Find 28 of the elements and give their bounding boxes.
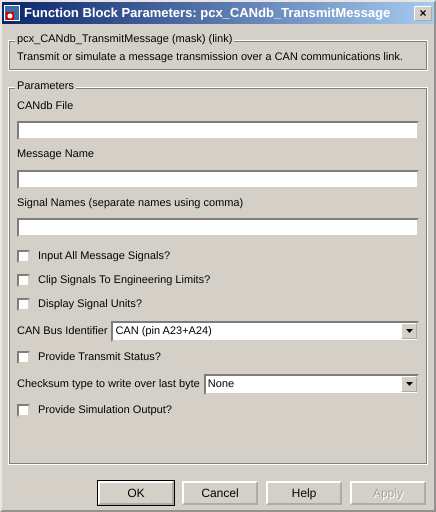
text-field[interactable] bbox=[17, 218, 419, 237]
dialog-button[interactable]: Help bbox=[266, 481, 342, 506]
description-text: Transmit or simulate a message transmission over a CAN communications link. bbox=[17, 51, 404, 64]
dialog-button[interactable]: OK bbox=[98, 481, 174, 506]
close-button[interactable]: × bbox=[414, 6, 432, 20]
dialog-button[interactable]: Cancel bbox=[182, 481, 258, 506]
dropdown[interactable]: None bbox=[204, 374, 419, 395]
select-label: CAN Bus Identifier bbox=[17, 324, 108, 338]
checkbox[interactable] bbox=[17, 298, 30, 312]
group-legend: pcx_CANdb_TransmitMessage (mask) (link) bbox=[15, 33, 234, 46]
text-field[interactable] bbox=[17, 170, 419, 189]
field-label: CANdb File bbox=[17, 100, 74, 114]
checkbox[interactable] bbox=[17, 404, 30, 418]
checkbox[interactable] bbox=[17, 351, 30, 364]
block-icon bbox=[4, 5, 20, 21]
select-label: Checksum type to write over last byte bbox=[17, 378, 200, 391]
checkbox-label: Input All Message Signals? bbox=[38, 250, 170, 264]
checkbox-label: Display Signal Units? bbox=[38, 298, 142, 312]
dropdown[interactable]: CAN (pin A23+A24) bbox=[111, 320, 419, 342]
checkbox-label: Clip Signals To Engineering Limits? bbox=[38, 274, 210, 288]
text-field[interactable] bbox=[17, 121, 419, 140]
checkbox[interactable] bbox=[17, 274, 30, 288]
checkbox-label: Provide Transmit Status? bbox=[38, 351, 161, 364]
field-label: Message Name bbox=[17, 148, 96, 162]
window-title: Function Block Parameters: pcx_CANdb_TransmitMessage bbox=[24, 5, 392, 21]
checkbox[interactable] bbox=[17, 250, 30, 264]
field-label: Signal Names (separate names using comma) bbox=[17, 196, 244, 210]
checkbox-label: Provide Simulation Output? bbox=[38, 404, 172, 418]
